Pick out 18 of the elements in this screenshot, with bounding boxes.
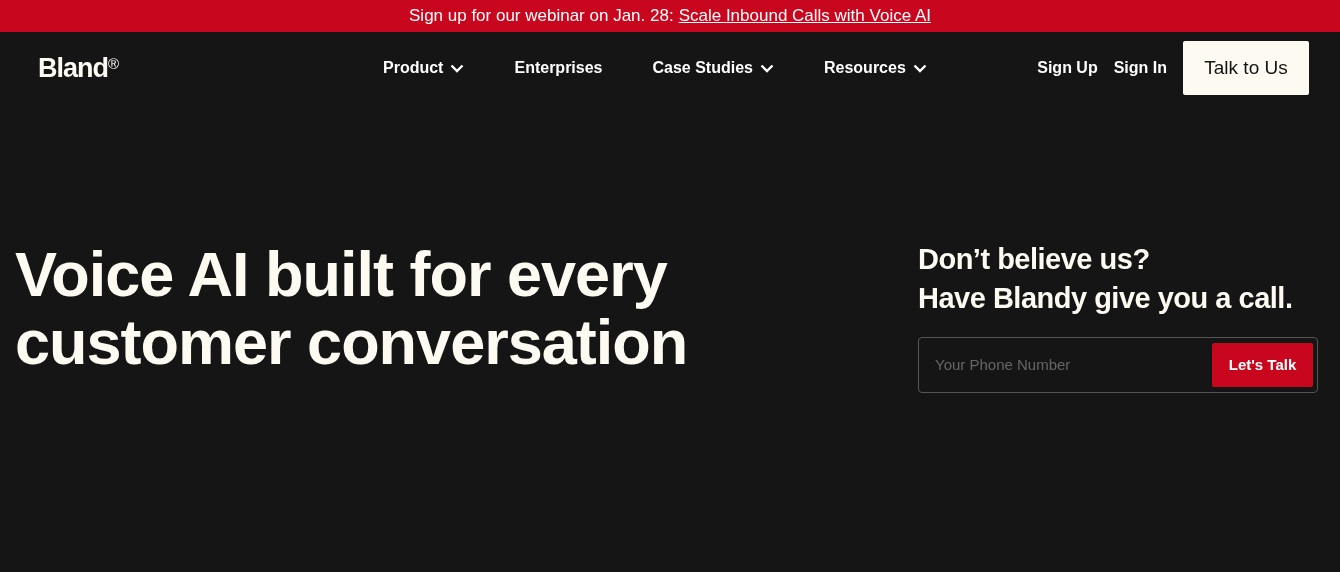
chevron-down-icon: [912, 63, 927, 73]
nav-menu-item[interactable]: Resources: [824, 56, 927, 80]
announcement-text: Sign up for our webinar on Jan. 28:: [409, 5, 674, 28]
webinar-link[interactable]: Scale Inbound Calls with Voice AI: [678, 3, 931, 29]
hero-heading: Voice AI built for every customer conversation: [15, 240, 689, 379]
nav-link[interactable]: Sign Up: [1037, 56, 1098, 80]
phone-number-field[interactable]: Your Phone Number Let's Talk: [918, 337, 1318, 393]
lets-talk-button[interactable]: Let's Talk: [1212, 343, 1313, 387]
nav-link[interactable]: Sign In: [1113, 56, 1167, 80]
nav-menu-item[interactable]: Case Studies: [652, 56, 774, 80]
nav-menu-item[interactable]: Enterprises: [514, 56, 603, 80]
chevron-down-icon: [760, 63, 774, 73]
talk-to-us-button[interactable]: Talk to Us: [1183, 41, 1309, 95]
logo[interactable]: Bland$^{®}$: [38, 47, 278, 89]
callout-heading: Don’t believe us?: [918, 242, 1151, 277]
callout-heading: Have Blandy give you a call.: [918, 281, 1294, 316]
nav-menu-item[interactable]: Product: [383, 56, 465, 80]
chevron-down-icon: [450, 63, 465, 73]
